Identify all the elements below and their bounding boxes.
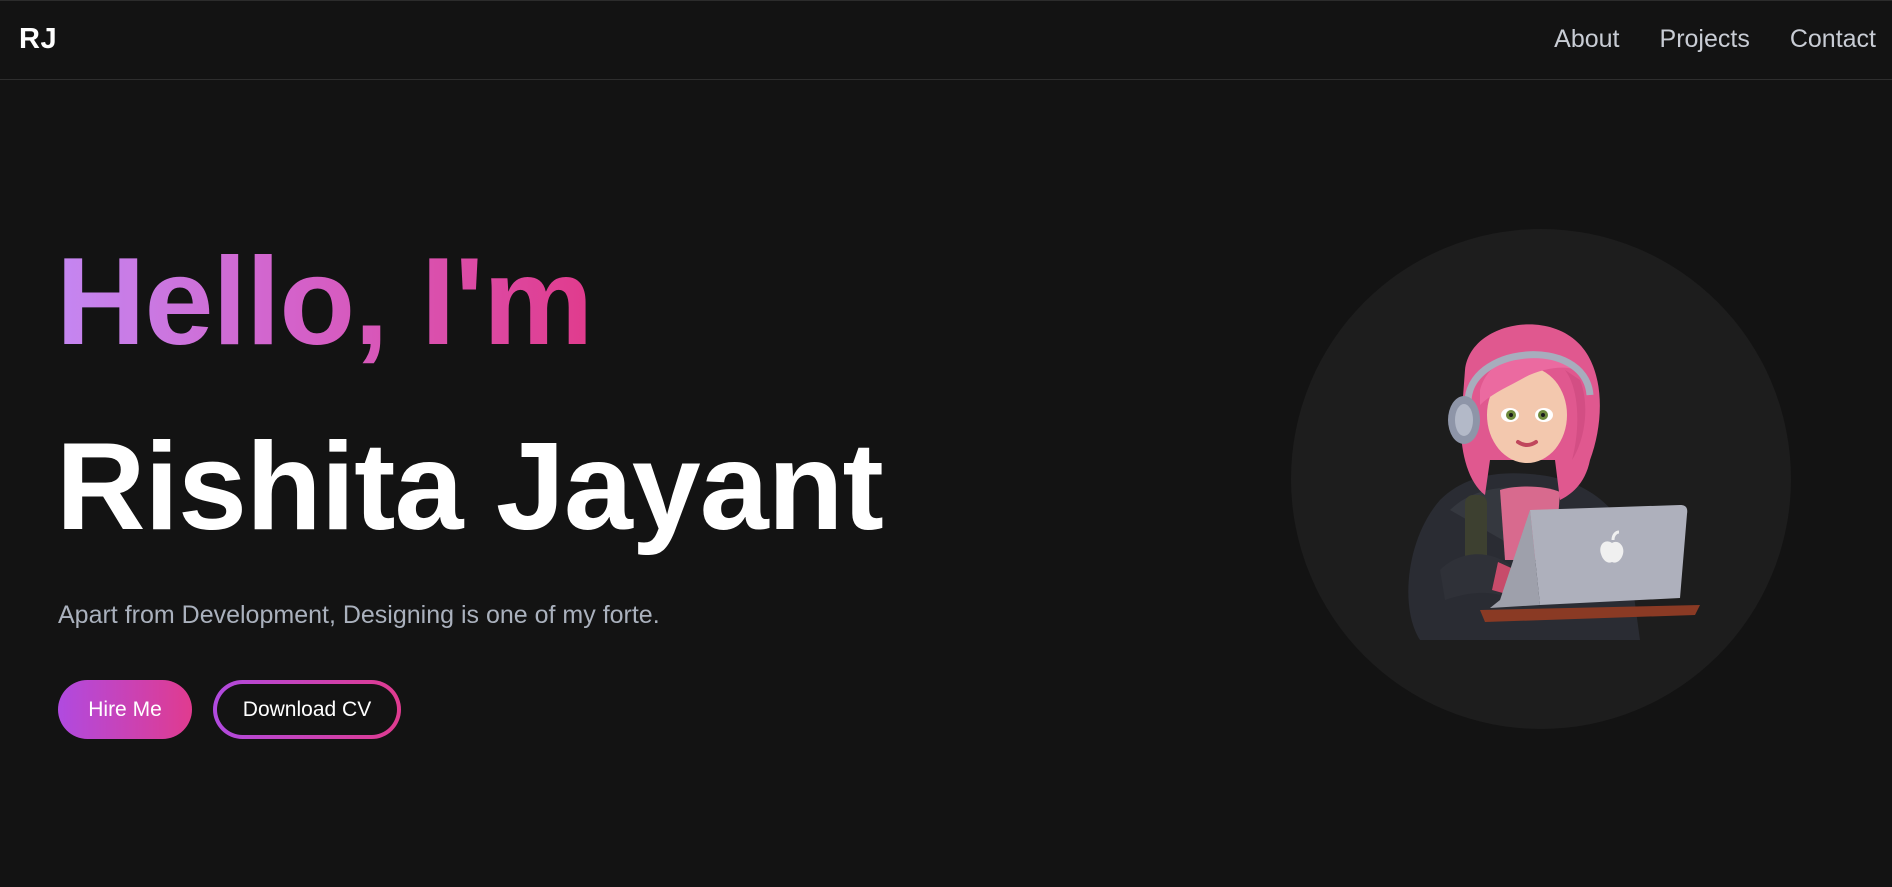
hire-me-button[interactable]: Hire Me: [58, 680, 192, 739]
avatar-illustration: [1408, 324, 1700, 640]
hero-buttons: Hire Me Download CV: [58, 680, 401, 739]
logo[interactable]: RJ: [19, 23, 57, 56]
download-cv-button[interactable]: Download CV: [213, 680, 401, 739]
nav-link-contact[interactable]: Contact: [1790, 25, 1876, 54]
apple-logo-icon: [1600, 541, 1624, 563]
hero-name: Rishita Jayant: [56, 418, 884, 556]
nav-link-projects[interactable]: Projects: [1660, 25, 1750, 54]
navbar: RJ About Projects Contact: [0, 0, 1892, 80]
hero-greeting: Hello, I'm: [56, 233, 593, 371]
nav-link-about[interactable]: About: [1554, 25, 1619, 54]
hero-tagline: Apart from Development, Designing is one…: [58, 601, 660, 629]
nav-links: About Projects Contact: [1554, 25, 1876, 54]
download-cv-label: Download CV: [217, 684, 397, 735]
